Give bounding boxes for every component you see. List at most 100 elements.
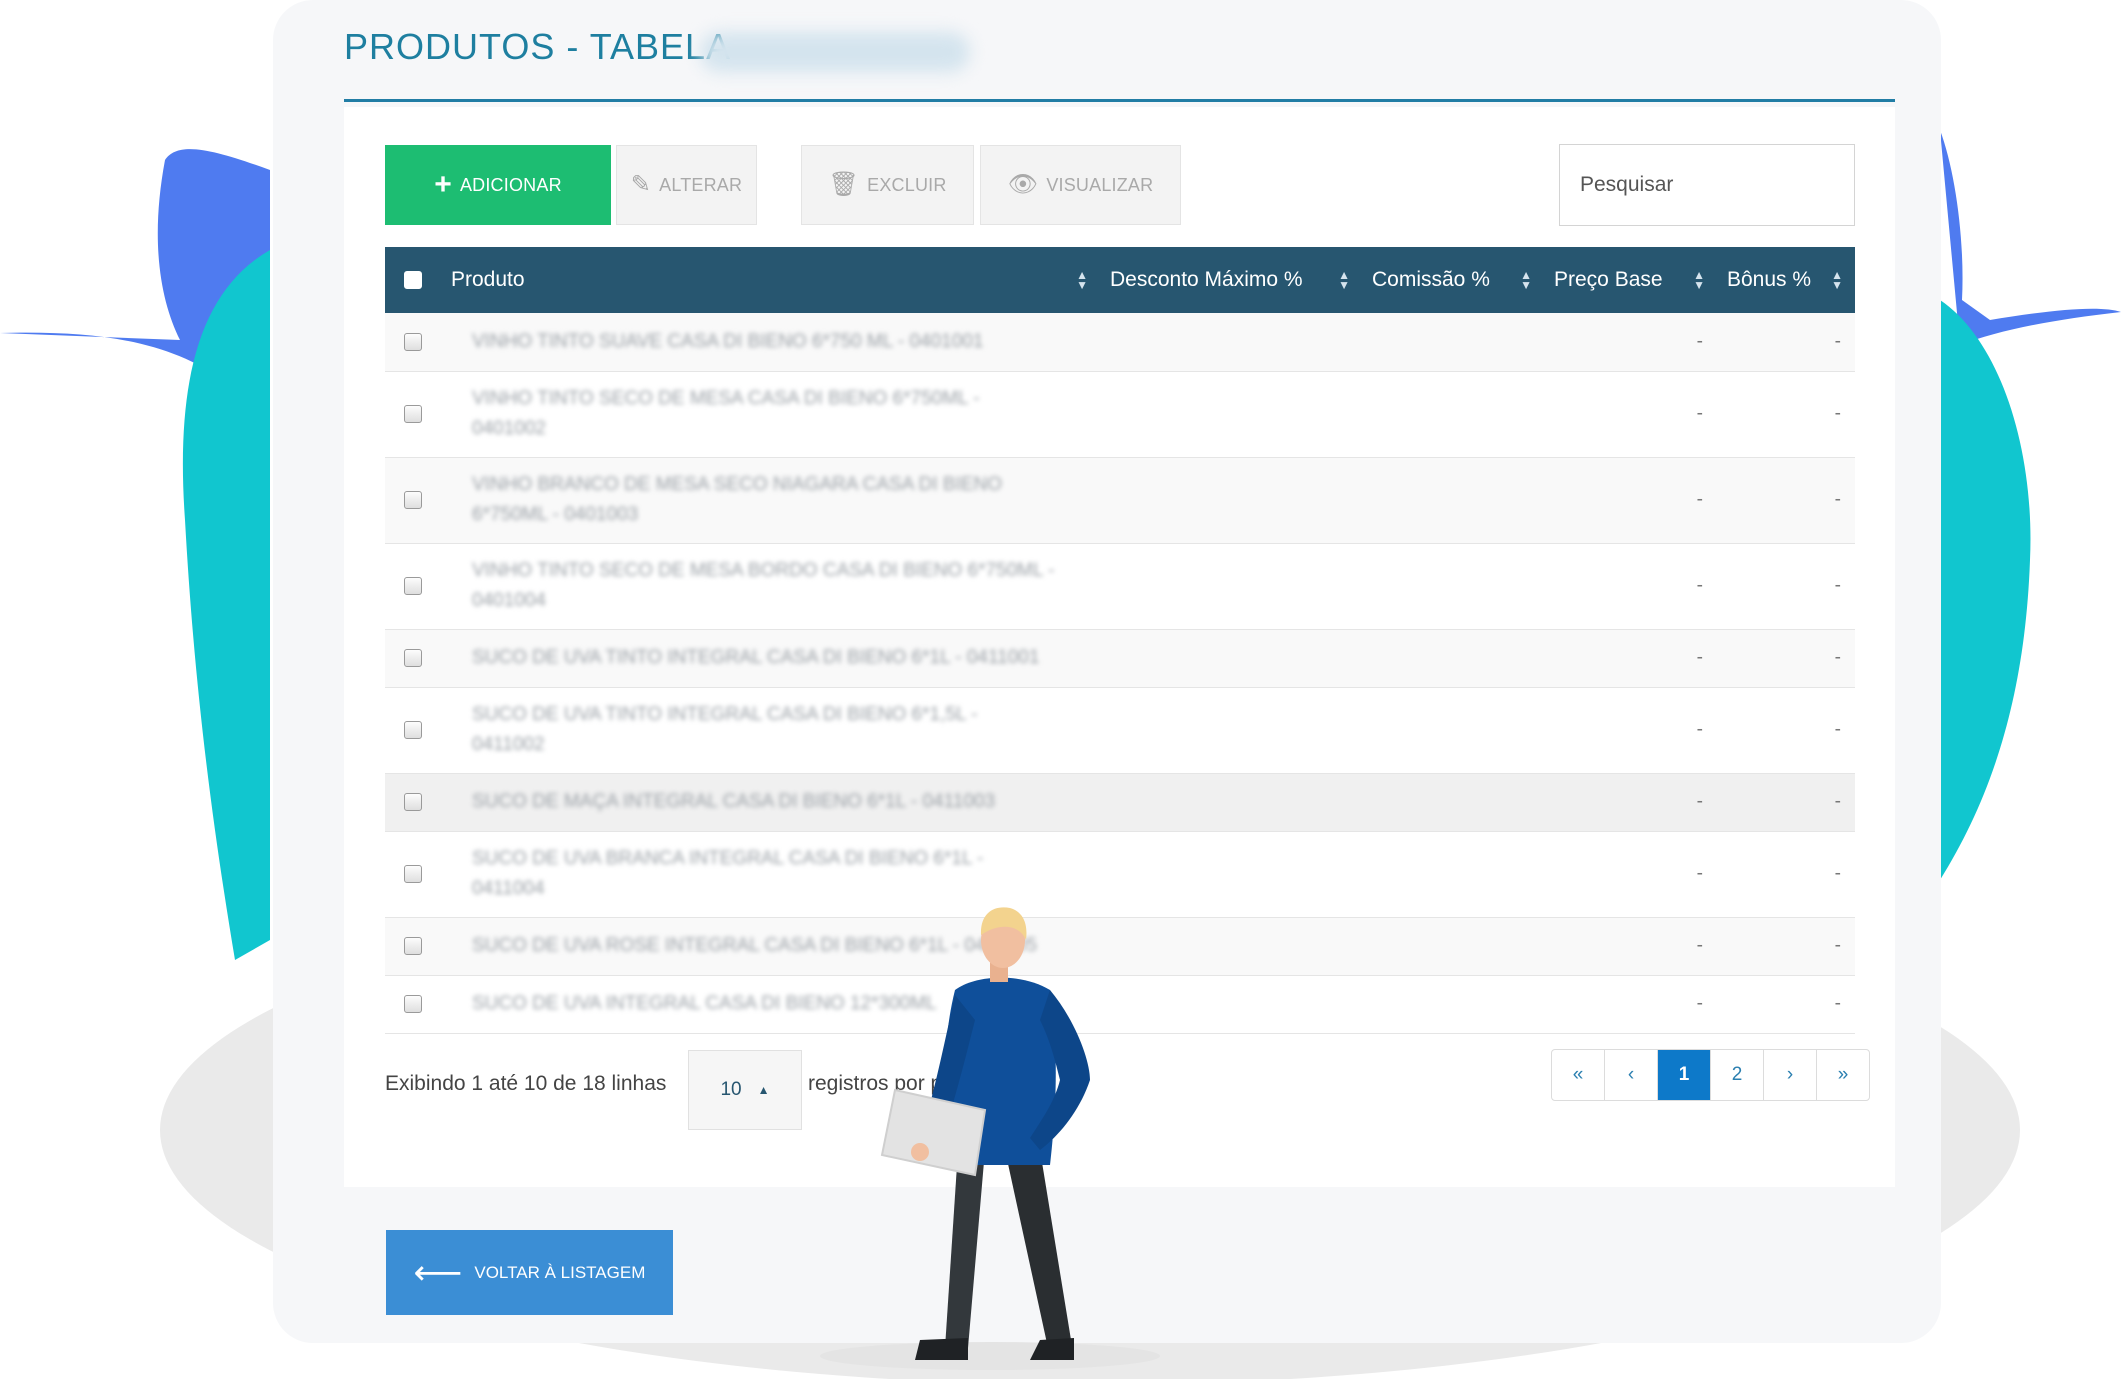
view-button-label: VISUALIZAR <box>1046 174 1154 195</box>
column-header-comissao[interactable]: Comissão % ▲ ▼ <box>1362 247 1544 313</box>
table-row[interactable]: SUCO DE UVA ROSE INTEGRAL CASA DI BIENO … <box>385 917 1855 976</box>
product-name: SUCO DE UVA ROSE INTEGRAL CASA DI BIENO … <box>472 935 1037 956</box>
preco-base-cell: - <box>1544 371 1717 458</box>
sort-icon: ▲ ▼ <box>1693 268 1705 292</box>
product-cell: SUCO DE MAÇA INTEGRAL CASA DI BIENO 6*1L… <box>441 773 1544 832</box>
bonus-cell: - <box>1717 917 1855 976</box>
add-button[interactable]: + ADICIONAR <box>385 145 611 225</box>
row-checkbox[interactable] <box>404 721 422 739</box>
back-button-label: VOLTAR À LISTAGEM <box>474 1262 646 1282</box>
back-to-list-button[interactable]: ⟵ VOLTAR À LISTAGEM <box>386 1230 673 1315</box>
row-select-cell <box>385 773 441 832</box>
preco-base-cell: - <box>1544 543 1717 630</box>
column-header-desconto[interactable]: Desconto Máximo % ▲ ▼ <box>1100 247 1362 313</box>
row-checkbox[interactable] <box>404 649 422 667</box>
row-checkbox[interactable] <box>404 332 422 351</box>
first-page-button[interactable]: « <box>1552 1050 1605 1100</box>
column-header-produto[interactable]: Produto ▲ ▼ <box>441 247 1100 313</box>
preco-base-cell: - <box>1544 975 1717 1034</box>
row-checkbox[interactable] <box>404 793 422 811</box>
sort-icon: ▲ ▼ <box>1076 268 1088 292</box>
column-header-label: Produto <box>451 268 525 291</box>
next-page-button[interactable]: › <box>1764 1050 1817 1100</box>
view-button[interactable]: 👁 VISUALIZAR <box>980 145 1181 225</box>
page-title: PRODUTOS - TABELA <box>344 26 732 67</box>
row-select-cell <box>385 917 441 976</box>
product-cell: SUCO DE UVA INTEGRAL CASA DI BIENO 12*30… <box>441 975 1544 1034</box>
prev-page-button[interactable]: ‹ <box>1605 1050 1658 1100</box>
sort-icon: ▲ ▼ <box>1520 268 1532 292</box>
row-checkbox[interactable] <box>404 865 422 883</box>
preco-base-cell: - <box>1544 773 1717 832</box>
search-input[interactable] <box>1559 144 1855 226</box>
row-checkbox[interactable] <box>404 937 422 955</box>
row-checkbox[interactable] <box>404 491 422 509</box>
delete-button[interactable]: 🗑 EXCLUIR <box>801 145 974 225</box>
table-row[interactable]: SUCO DE UVA TINTO INTEGRAL CASA DI BIENO… <box>385 687 1855 774</box>
product-name: VINHO TINTO SUAVE CASA DI BIENO 6*750 ML… <box>472 330 984 352</box>
preco-base-cell: - <box>1544 687 1717 774</box>
background-leaf-right-blue <box>1940 130 2121 345</box>
table-row[interactable]: VINHO TINTO SECO DE MESA BORDO CASA DI B… <box>385 543 1855 630</box>
page-size-select[interactable]: 10 ▲ <box>688 1050 802 1130</box>
product-cell: VINHO TINTO SECO DE MESA BORDO CASA DI B… <box>441 543 1544 630</box>
preco-base-cell: - <box>1544 917 1717 976</box>
product-cell: VINHO BRANCO DE MESA SECO NIAGARA CASA D… <box>441 457 1544 544</box>
title-blurred-text <box>700 32 970 72</box>
product-cell: SUCO DE UVA TINTO INTEGRAL CASA DI BIENO… <box>441 629 1544 688</box>
row-select-cell <box>385 371 441 458</box>
plus-icon: + <box>434 168 452 201</box>
select-all-checkbox[interactable] <box>404 271 422 289</box>
table-row[interactable]: SUCO DE UVA TINTO INTEGRAL CASA DI BIENO… <box>385 629 1855 688</box>
row-checkbox[interactable] <box>404 405 422 423</box>
eye-icon: 👁 <box>1007 171 1039 198</box>
row-select-cell <box>385 831 441 918</box>
title-divider <box>344 99 1895 102</box>
table-row[interactable]: VINHO TINTO SUAVE CASA DI BIENO 6*750 ML… <box>385 313 1855 372</box>
preco-base-cell: - <box>1544 831 1717 918</box>
select-all-cell <box>385 247 441 313</box>
row-checkbox[interactable] <box>404 577 422 595</box>
bonus-cell: - <box>1717 543 1855 630</box>
background-leaf-left-teal <box>182 250 270 960</box>
bonus-cell: - <box>1717 687 1855 774</box>
bonus-cell: - <box>1717 629 1855 688</box>
column-header-label: Bônus % <box>1727 268 1812 291</box>
table-row[interactable]: SUCO DE UVA INTEGRAL CASA DI BIENO 12*30… <box>385 975 1855 1034</box>
product-cell: SUCO DE UVA BRANCA INTEGRAL CASA DI BIEN… <box>441 831 1544 918</box>
column-header-bonus[interactable]: Bônus % ▲ ▼ <box>1717 247 1855 313</box>
preco-base-cell: - <box>1544 313 1717 372</box>
delete-button-label: EXCLUIR <box>867 174 947 195</box>
bonus-cell: - <box>1717 773 1855 832</box>
column-header-preco-base[interactable]: Preço Base ▲ ▼ <box>1544 247 1717 313</box>
pagination-info: Exibindo 1 até 10 de 18 linhas <box>385 1072 667 1095</box>
product-cell: VINHO TINTO SECO DE MESA CASA DI BIENO 6… <box>441 371 1544 458</box>
table-row[interactable]: SUCO DE UVA BRANCA INTEGRAL CASA DI BIEN… <box>385 831 1855 918</box>
table-row[interactable]: SUCO DE MAÇA INTEGRAL CASA DI BIENO 6*1L… <box>385 773 1855 832</box>
row-select-cell <box>385 543 441 630</box>
product-name: VINHO TINTO SECO DE MESA BORDO CASA DI B… <box>472 560 1055 611</box>
row-checkbox[interactable] <box>404 995 422 1013</box>
table-row[interactable]: VINHO TINTO SECO DE MESA CASA DI BIENO 6… <box>385 371 1855 458</box>
product-name: VINHO BRANCO DE MESA SECO NIAGARA CASA D… <box>472 474 1003 525</box>
page-1-button[interactable]: 1 <box>1658 1050 1711 1100</box>
page-2-button[interactable]: 2 <box>1711 1050 1764 1100</box>
alter-button[interactable]: ✎ ALTERAR <box>616 145 757 225</box>
table-row[interactable]: VINHO BRANCO DE MESA SECO NIAGARA CASA D… <box>385 457 1855 544</box>
row-select-cell <box>385 975 441 1034</box>
bonus-cell: - <box>1717 371 1855 458</box>
product-cell: VINHO TINTO SUAVE CASA DI BIENO 6*750 ML… <box>441 313 1544 372</box>
bonus-cell: - <box>1717 831 1855 918</box>
product-name: SUCO DE UVA TINTO INTEGRAL CASA DI BIENO… <box>472 704 978 755</box>
row-select-cell <box>385 687 441 774</box>
arrow-left-icon: ⟵ <box>413 1253 463 1292</box>
pencil-icon: ✎ <box>630 171 652 198</box>
caret-up-icon: ▲ <box>757 1083 770 1097</box>
column-header-label: Comissão % <box>1372 268 1490 291</box>
column-header-label: Desconto Máximo % <box>1110 268 1303 291</box>
page-size-value: 10 <box>720 1079 742 1100</box>
last-page-button[interactable]: » <box>1817 1050 1869 1100</box>
bonus-cell: - <box>1717 457 1855 544</box>
preco-base-cell: - <box>1544 629 1717 688</box>
pagination: « ‹ 1 2 › » <box>1551 1049 1870 1101</box>
